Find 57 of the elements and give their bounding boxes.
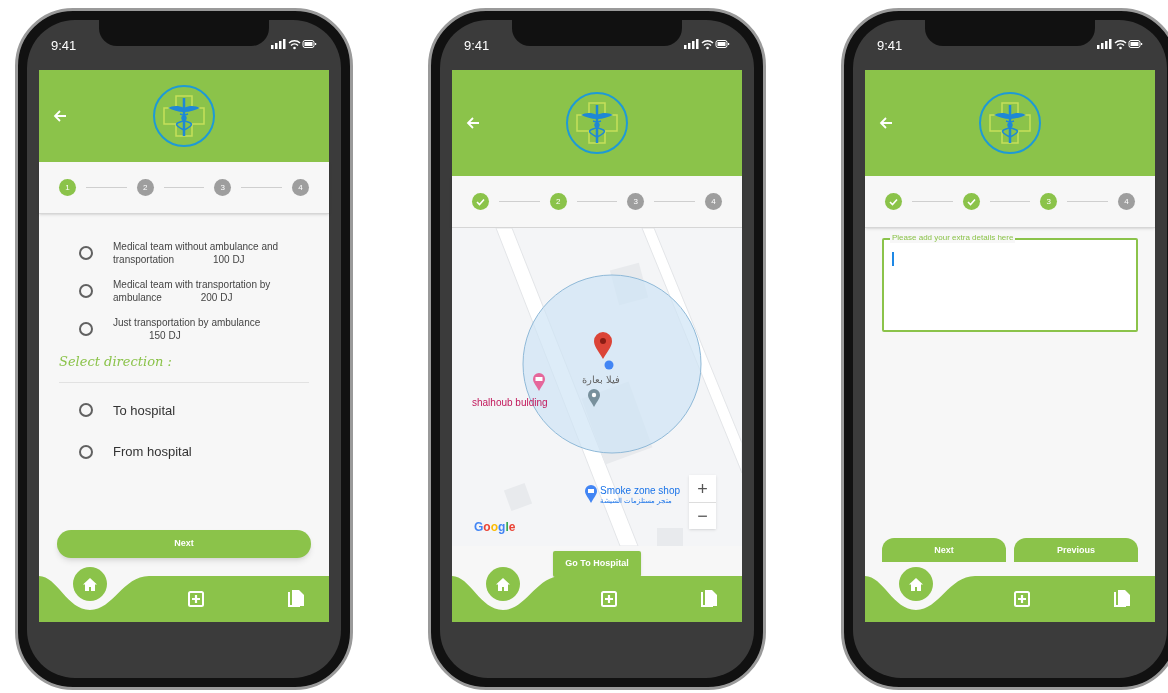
nav-tab[interactable] <box>486 567 520 601</box>
status-icons <box>271 38 317 50</box>
step-indicator: 4 <box>705 193 722 210</box>
home-icon <box>908 576 924 592</box>
step-indicator: 2 <box>136 179 154 196</box>
text-cursor <box>892 252 894 266</box>
hotel-pin-icon[interactable] <box>532 372 546 392</box>
radio-button[interactable] <box>79 403 93 418</box>
field-label: Please add your extra details here <box>890 233 1016 243</box>
map-attribution: Google <box>474 519 516 536</box>
step-indicator: 4 <box>292 179 309 196</box>
option-label[interactable]: Just transportation by ambulance 150 DJ <box>113 316 309 342</box>
place-label[interactable]: فيلا بعارة <box>582 372 620 387</box>
back-arrow-icon[interactable] <box>466 117 480 129</box>
nav-tab[interactable] <box>899 567 933 601</box>
home-icon <box>495 576 511 592</box>
step-indicator: 4 <box>1118 193 1135 210</box>
caduceus-logo-icon <box>978 91 1042 155</box>
step-indicator: 2 <box>549 193 567 210</box>
status-icons <box>1097 38 1143 50</box>
radio-button[interactable] <box>79 246 93 260</box>
home-icon <box>82 576 98 592</box>
plus-square-icon <box>1014 591 1030 607</box>
step-indicator: 3 <box>627 193 645 210</box>
shop-pin-icon[interactable] <box>584 484 598 504</box>
status-icons <box>684 38 730 50</box>
zoom-in-button[interactable]: + <box>689 475 716 502</box>
option-label[interactable]: Medical team with transportation by ambulance 200 DJ <box>113 278 309 304</box>
caduceus-logo-icon <box>152 84 216 148</box>
radio-button[interactable] <box>79 444 93 459</box>
place-label[interactable]: shalhoub bulding <box>472 395 548 410</box>
status-time: 9:41 <box>877 37 903 55</box>
documents-icon <box>700 589 718 609</box>
place-pin-icon[interactable] <box>587 388 601 408</box>
option-label[interactable]: From hospital <box>113 442 192 462</box>
plus-square-icon <box>601 591 617 607</box>
status-time: 9:41 <box>51 37 77 55</box>
option-label[interactable]: To hospital <box>113 400 176 420</box>
marker-pin-icon[interactable] <box>593 332 613 360</box>
nav-tab[interactable] <box>73 567 107 601</box>
section-title: Select direction : <box>59 352 309 383</box>
step-indicator: 1 <box>59 179 76 196</box>
location-dot-icon[interactable] <box>604 360 614 370</box>
option-label[interactable]: Medical team without ambulance and transportation 100 DJ <box>113 240 309 266</box>
documents-icon <box>287 589 305 609</box>
step-indicator: 3 <box>214 179 232 196</box>
radio-button[interactable] <box>79 284 93 298</box>
radio-button[interactable] <box>79 322 93 336</box>
back-arrow-icon[interactable] <box>53 110 67 122</box>
zoom-out-button[interactable]: − <box>689 502 716 529</box>
caduceus-logo-icon <box>565 91 629 155</box>
documents-icon <box>1113 589 1131 609</box>
place-label[interactable]: Smoke zone shop <box>600 485 681 496</box>
back-arrow-icon[interactable] <box>879 117 893 129</box>
status-time: 9:41 <box>464 37 490 55</box>
step-indicator: 3 <box>1040 193 1058 210</box>
plus-square-icon <box>188 591 204 607</box>
